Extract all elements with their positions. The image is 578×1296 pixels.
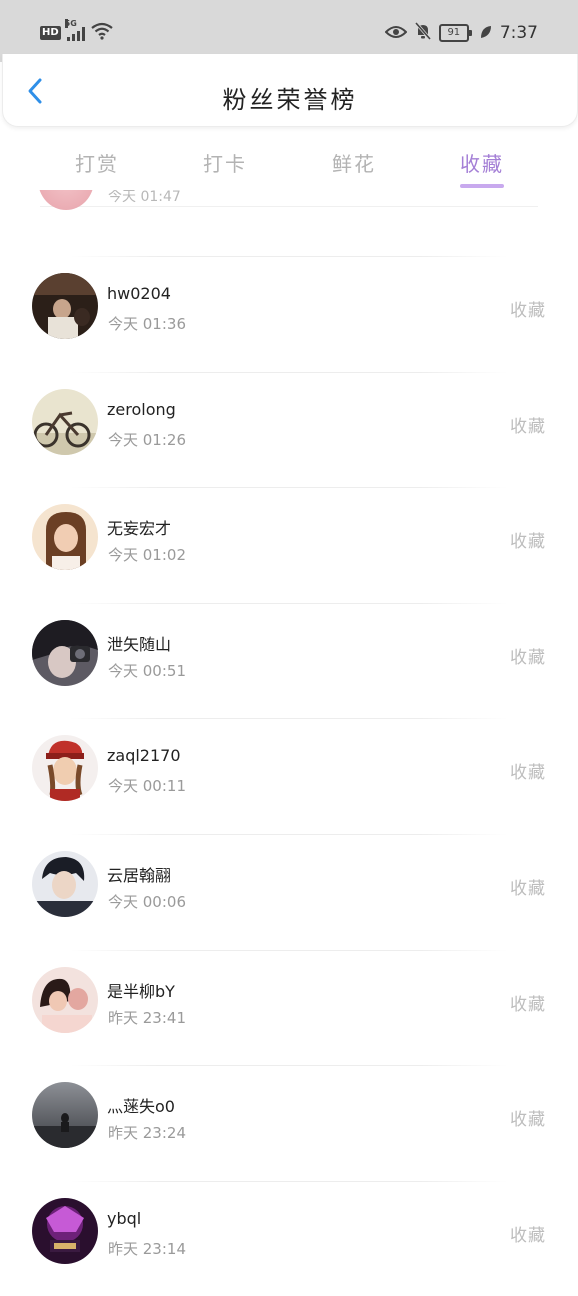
list-item[interactable]: 是半柳bY 昨天 23:41 收藏 [0,949,578,1066]
list-item-action: 收藏 [510,1110,546,1131]
avatar[interactable] [32,619,98,686]
list-item-action: 收藏 [510,994,546,1015]
list-item-time: 昨天 23:24 [108,1124,186,1143]
active-tab-indicator [460,184,504,188]
row-divider [70,487,508,489]
list-item[interactable]: ybql 昨天 23:14 收藏 [0,1180,578,1296]
list-item-action: 收藏 [510,416,546,437]
list-item[interactable]: hw0204 今天 01:36 收藏 [0,256,578,372]
row-divider [70,833,508,835]
list-item-time: 今天 01:02 [108,546,186,565]
wifi-icon [90,22,113,44]
status-bar: HD 5G 91 7:37 [0,0,578,62]
row-divider [70,371,508,373]
row-divider [70,1180,508,1182]
status-left: HD 5G [40,19,113,44]
avatar[interactable] [32,735,98,802]
row-divider [70,256,508,257]
avatar[interactable] [32,850,98,917]
row-divider [70,718,508,720]
avatar[interactable] [32,1082,98,1149]
list-item-name: 云居翰翮 [107,865,172,885]
list-item-action: 收藏 [510,301,546,321]
list-item-time: 今天 00:06 [108,892,186,911]
page-header: 粉丝荣誉榜 [2,54,578,127]
list-item-time: 昨天 23:41 [108,1008,186,1027]
fan-list: hw0204 今天 01:36 收藏 zerolong 今天 01:26 收藏 … [0,256,578,1296]
list-item-name: hw0204 [107,284,171,303]
mute-bell-icon [414,22,431,44]
avatar [38,190,94,210]
network-type-label: 5G [64,19,77,28]
list-item-time: 今天 01:36 [108,315,186,333]
list-item[interactable]: 泄矢随山 今天 00:51 收藏 [0,602,578,719]
list-item-name: 无妄宏才 [107,519,172,539]
battery-level: 91 [438,24,469,42]
list-item[interactable]: zerolong 今天 01:26 收藏 [0,371,578,488]
tab-tip[interactable]: 打赏 [62,148,132,177]
row-divider [70,1065,508,1067]
list-item-name: 灬蒾失o0 [107,1097,175,1117]
page-title: 粉丝荣誉榜 [222,86,358,114]
hd-indicator: HD [40,26,61,40]
avatar[interactable] [32,966,98,1033]
avatar[interactable] [32,388,98,455]
list-item-action: 收藏 [510,532,546,553]
tab-bar: 打赏 打卡 鲜花 收藏 [0,138,578,190]
tab-checkin[interactable]: 打卡 [190,148,260,177]
clock: 7:37 [499,23,538,43]
list-item-name: zaql2170 [107,746,181,766]
list-item-name: 是半柳bY [107,981,175,1001]
list-item-action: 收藏 [510,878,546,899]
list-item-time: 今天 01:26 [108,430,186,449]
tab-favorites[interactable]: 收藏 [447,148,517,177]
battery-icon: 91 [438,24,472,42]
list-item-action: 收藏 [510,647,546,668]
avatar[interactable] [32,273,98,339]
list-item-name: ybql [107,1208,142,1228]
status-right: 91 7:37 [384,22,538,44]
eye-icon [384,24,408,43]
avatar[interactable] [32,504,98,571]
leaf-icon [480,24,492,43]
list-item-time: 今天 00:51 [108,661,186,680]
list-item-time: 今天 00:11 [108,777,186,796]
row-divider [70,602,508,604]
list-item-time: 昨天 23:14 [108,1239,186,1258]
list-item[interactable]: 云居翰翮 今天 00:06 收藏 [0,833,578,950]
list-item[interactable]: 灬蒾失o0 昨天 23:24 收藏 [0,1065,578,1181]
list-item-action: 收藏 [510,763,546,784]
list-item-time: 今天 01:47 [108,190,181,205]
avatar[interactable] [32,1197,98,1264]
list-item[interactable]: 无妄宏才 今天 01:02 收藏 [0,487,578,603]
cellular-signal-icon: 5G [64,19,85,41]
list-item[interactable]: zaql2170 今天 00:11 收藏 [0,718,578,834]
row-divider [70,949,508,951]
list-item-name: zerolong [107,399,176,419]
list-item-action: 收藏 [510,1225,546,1246]
tab-flowers[interactable]: 鲜花 [319,148,389,177]
list-item-partial[interactable]: 今天 01:47 [0,190,578,220]
list-item-name: 泄矢随山 [107,634,172,654]
